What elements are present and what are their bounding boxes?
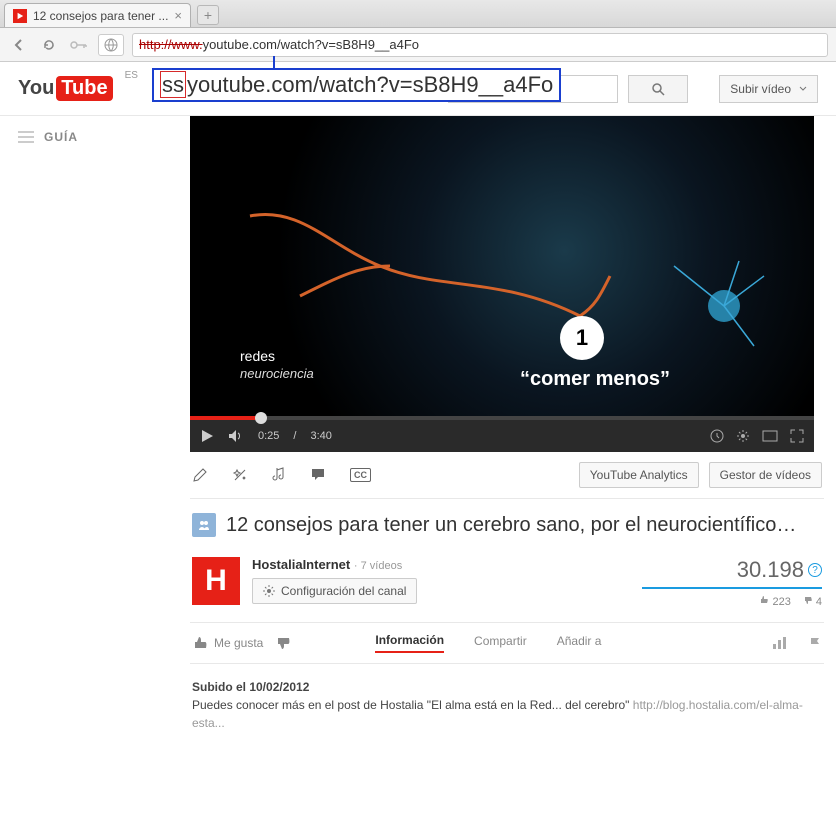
video-title: 12 consejos para tener un cerebro sano, … <box>226 514 796 537</box>
url-edit-overlay: ssyoutube.com/watch?v=sB8H9__a4Fo <box>152 68 561 102</box>
sidebar: GUÍA <box>0 116 190 746</box>
play-button[interactable] <box>200 429 214 443</box>
settings-button[interactable] <box>736 429 750 443</box>
reload-button[interactable] <box>38 34 60 56</box>
tab-add[interactable]: Añadir a <box>557 634 602 652</box>
fullscreen-button[interactable] <box>790 429 804 443</box>
dislike-button[interactable] <box>275 635 291 651</box>
url-rest: youtube.com/watch?v=sB8H9__a4Fo <box>203 37 419 52</box>
watch-later-button[interactable] <box>710 429 724 443</box>
annotations-icon[interactable] <box>310 467 326 483</box>
search-icon <box>651 82 665 96</box>
cc-icon[interactable]: CC <box>350 468 371 482</box>
ss-prefix-highlight: ss <box>160 71 186 98</box>
channel-row: H HostaliaInternet · 7 vídeos Configurac… <box>190 551 824 622</box>
dislikes-count: 4 <box>803 595 822 608</box>
overlay-caption: “comer menos” <box>520 368 670 391</box>
youtube-favicon <box>13 9 27 23</box>
edit-icon[interactable] <box>192 467 208 483</box>
volume-button[interactable] <box>228 429 244 443</box>
video-action-bar: CC YouTube Analytics Gestor de vídeos <box>190 452 824 499</box>
time-total: 3:40 <box>310 430 331 442</box>
channel-config-button[interactable]: Configuración del canal <box>252 578 417 604</box>
tab-title: 12 consejos para tener ... <box>33 9 168 23</box>
progress-played <box>190 416 261 420</box>
chevron-down-icon <box>799 85 807 93</box>
category-icon <box>192 513 216 537</box>
url-struck: http://www. <box>139 37 203 52</box>
channel-avatar[interactable]: H <box>192 557 240 605</box>
player-controls: 0:25 / 3:40 <box>190 420 814 452</box>
neuron-cyan-graphic <box>654 256 774 356</box>
browser-tab-strip: 12 consejos para tener ... × + <box>0 0 836 28</box>
progress-bar[interactable] <box>190 416 814 420</box>
upload-date: Subido el 10/02/2012 <box>192 680 309 694</box>
video-tabs: Me gusta Información Compartir Añadir a <box>190 622 824 664</box>
theater-button[interactable] <box>762 429 778 443</box>
overlay-text-redes: redes <box>240 348 275 364</box>
sentiment-bar <box>642 587 822 589</box>
search-button[interactable] <box>628 75 688 103</box>
address-bar[interactable]: http://www.youtube.com/watch?v=sB8H9__a4… <box>132 33 828 57</box>
guide-toggle[interactable]: GUÍA <box>18 130 172 144</box>
analytics-button[interactable]: YouTube Analytics <box>579 462 699 488</box>
time-current: 0:25 <box>258 430 279 442</box>
help-icon[interactable]: ? <box>808 563 822 577</box>
close-icon[interactable]: × <box>174 8 182 23</box>
country-code: ES <box>125 70 138 81</box>
browser-tab[interactable]: 12 consejos para tener ... × <box>4 3 191 27</box>
back-button[interactable] <box>8 34 30 56</box>
enhance-icon[interactable] <box>232 467 248 483</box>
channel-name[interactable]: HostaliaInternet <box>252 557 350 572</box>
gear-icon <box>263 585 275 597</box>
desc-text: Puedes conocer más en el post de Hostali… <box>192 698 633 712</box>
video-title-row: 12 consejos para tener un cerebro sano, … <box>190 499 824 551</box>
new-tab-button[interactable]: + <box>197 5 219 25</box>
video-description: Subido el 10/02/2012 Puedes conocer más … <box>190 664 824 746</box>
video-manager-button[interactable]: Gestor de vídeos <box>709 462 822 488</box>
overlay-number-badge: 1 <box>560 316 604 360</box>
key-icon[interactable] <box>68 34 90 56</box>
video-canvas[interactable]: redes neurociencia 1 “comer menos” <box>190 116 814 416</box>
overlay-text-neuro: neurociencia <box>240 366 314 381</box>
likes-count: 223 <box>759 595 790 608</box>
audio-icon[interactable] <box>272 467 286 483</box>
hamburger-icon <box>18 131 34 143</box>
youtube-logo[interactable]: YouTube <box>18 76 113 101</box>
site-identity[interactable] <box>98 34 124 56</box>
flag-icon[interactable] <box>808 636 822 650</box>
video-player: redes neurociencia 1 “comer menos” 0:25 … <box>190 116 814 452</box>
tab-share[interactable]: Compartir <box>474 634 527 652</box>
progress-handle[interactable] <box>255 412 267 424</box>
browser-toolbar: http://www.youtube.com/watch?v=sB8H9__a4… <box>0 28 836 62</box>
like-button[interactable]: Me gusta <box>192 635 263 651</box>
upload-button[interactable]: Subir vídeo <box>719 75 818 103</box>
time-sep: / <box>293 430 296 442</box>
tab-info[interactable]: Información <box>375 633 444 653</box>
stats-icon[interactable] <box>772 636 788 650</box>
view-count: 30.198 <box>737 557 804 583</box>
